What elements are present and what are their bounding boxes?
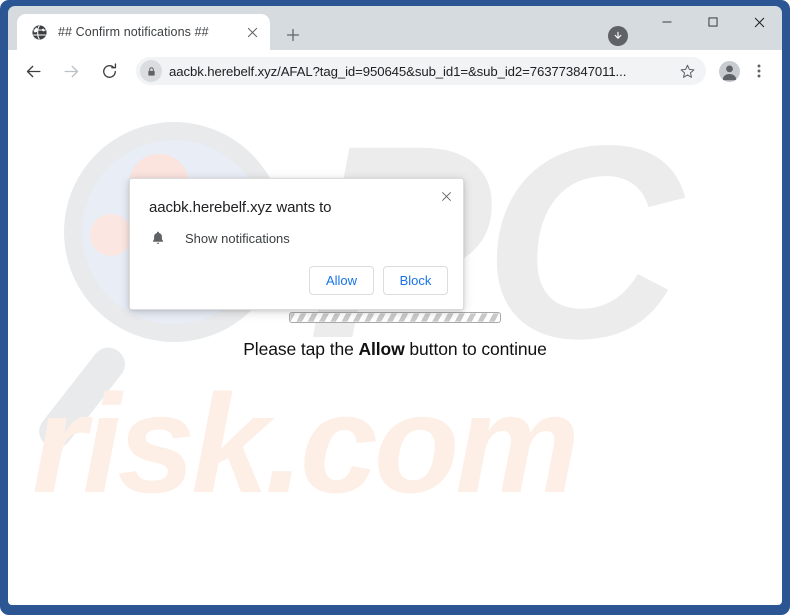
address-bar[interactable]: aacbk.herebelf.xyz/AFAL?tag_id=950645&su… xyxy=(136,57,706,85)
window-controls xyxy=(644,6,782,50)
bookmark-star-icon[interactable] xyxy=(674,58,700,84)
close-window-button[interactable] xyxy=(736,6,782,38)
notification-permission-dialog: aacbk.herebelf.xyz wants to Show notific… xyxy=(129,178,464,310)
close-icon[interactable] xyxy=(242,22,262,42)
block-button[interactable]: Block xyxy=(383,266,448,295)
page-viewport: PC risk.com Please tap the Allow button … xyxy=(8,92,782,605)
svg-text:risk.com: risk.com xyxy=(32,365,576,522)
download-arrow-icon[interactable] xyxy=(608,26,628,46)
tab-strip: ## Confirm notifications ## xyxy=(8,6,782,50)
bell-icon xyxy=(149,229,167,247)
browser-toolbar: aacbk.herebelf.xyz/AFAL?tag_id=950645&su… xyxy=(8,50,782,92)
close-icon[interactable] xyxy=(435,185,457,207)
avatar xyxy=(718,60,740,82)
dialog-title: aacbk.herebelf.xyz wants to xyxy=(149,199,332,216)
maximize-button[interactable] xyxy=(690,6,736,38)
browser-window: ## Confirm notifications ## aacbk.herebe… xyxy=(0,0,790,615)
tab-title: ## Confirm notifications ## xyxy=(58,25,209,39)
tap-allow-caption: Please tap the Allow button to continue xyxy=(8,339,782,360)
back-arrow-icon[interactable] xyxy=(18,56,48,86)
caption-suffix: button to continue xyxy=(404,339,547,359)
caption-bold-allow: Allow xyxy=(358,339,405,359)
minimize-button[interactable] xyxy=(644,6,690,38)
reload-icon[interactable] xyxy=(94,56,124,86)
forward-arrow-icon[interactable] xyxy=(56,56,86,86)
permission-request-row: Show notifications xyxy=(149,229,290,247)
address-bar-url: aacbk.herebelf.xyz/AFAL?tag_id=950645&su… xyxy=(169,63,627,79)
browser-tab[interactable]: ## Confirm notifications ## xyxy=(17,14,270,50)
globe-icon xyxy=(31,24,48,41)
caption-prefix: Please tap the xyxy=(243,339,359,359)
loading-section: Please tap the Allow button to continue xyxy=(8,310,782,360)
new-tab-button[interactable] xyxy=(280,22,306,48)
loading-progress-bar xyxy=(289,312,501,323)
lock-icon xyxy=(140,60,162,82)
permission-request-label: Show notifications xyxy=(185,230,290,246)
dialog-actions: Allow Block xyxy=(309,266,448,295)
three-dot-menu-icon[interactable] xyxy=(746,58,772,84)
profile-avatar-icon[interactable] xyxy=(714,56,744,86)
riskcom-watermark: risk.com xyxy=(32,365,580,522)
allow-button[interactable]: Allow xyxy=(309,266,374,295)
